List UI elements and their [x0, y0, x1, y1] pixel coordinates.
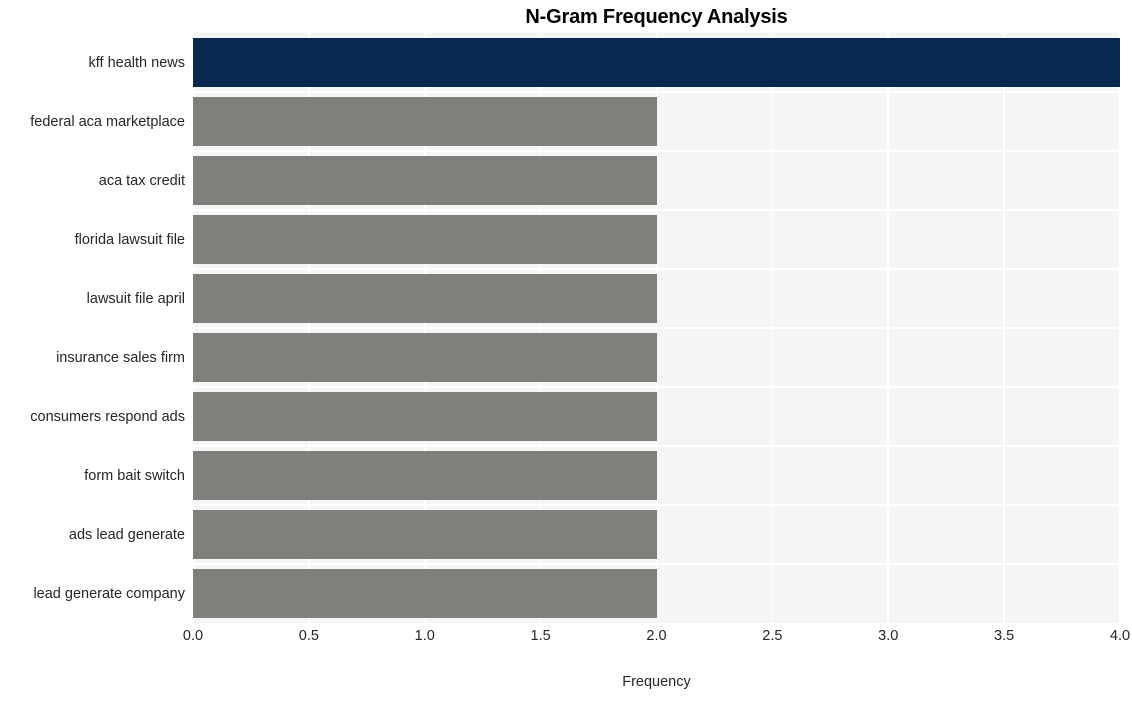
x-axis-tick-label: 2.5 [762, 628, 783, 644]
bar[interactable] [193, 156, 657, 205]
y-axis-tick-label: aca tax credit [98, 172, 185, 189]
x-axis-tick-label: 4.0 [1109, 628, 1131, 644]
x-axis-tick-labels: 0.0 0.5 1.0 1.5 2.0 2.5 3.0 3.5 4.0 [183, 627, 1130, 651]
bar[interactable] [193, 451, 657, 500]
y-axis-tick-label: lead generate company [33, 585, 185, 602]
x-axis-title: Frequency [622, 674, 691, 690]
y-axis-tick-label: form bait switch [84, 467, 185, 484]
page-title: N-Gram Frequency Analysis [525, 6, 788, 28]
bar-series [193, 33, 1120, 623]
x-axis-tick-label: 0.0 [182, 628, 204, 644]
y-axis-tick-label: insurance sales firm [56, 349, 185, 366]
x-axis-tick-label: 0.5 [298, 628, 319, 644]
bar[interactable] [193, 215, 657, 264]
y-axis-tick-label: federal aca marketplace [30, 113, 185, 130]
bar[interactable] [193, 392, 657, 441]
bar[interactable] [193, 333, 657, 382]
y-axis-tick-label: lawsuit file april [86, 290, 185, 307]
y-axis-tick-labels: kff health news federal aca marketplace ac… [0, 33, 185, 623]
plot-area [192, 33, 1121, 623]
y-axis-tick-label: kff health news [88, 54, 185, 71]
x-axis-tick-label: 3.0 [878, 628, 899, 644]
bar[interactable] [193, 38, 1120, 87]
y-axis-tick-label: florida lawsuit file [74, 231, 185, 248]
y-axis-tick-label: ads lead generate [68, 526, 185, 543]
x-axis-tick-label: 2.0 [646, 628, 667, 644]
chart-figure: N-Gram Frequency Analysis kff health new… [0, 0, 1132, 701]
bar[interactable] [193, 569, 657, 618]
y-axis-tick-label: consumers respond ads [30, 408, 185, 425]
x-axis-tick-label: 1.0 [414, 628, 435, 644]
bar[interactable] [193, 97, 657, 146]
x-axis-tick-label: 1.5 [530, 628, 551, 644]
bar[interactable] [193, 274, 657, 323]
x-axis-tick-label: 3.5 [994, 628, 1015, 644]
bar[interactable] [193, 510, 657, 559]
